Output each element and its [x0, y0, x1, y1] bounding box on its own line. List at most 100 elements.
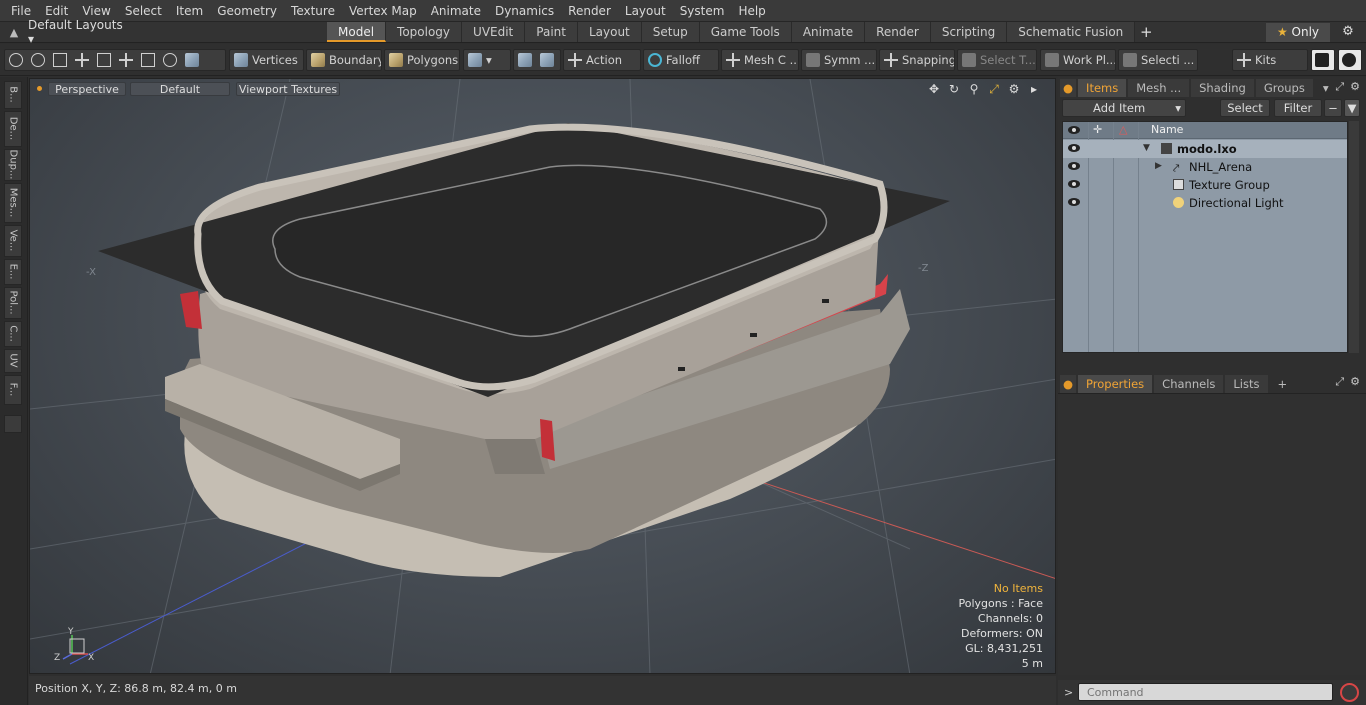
strip-tab-basic[interactable]: B...: [4, 81, 22, 109]
tab-schematic-fusion[interactable]: Schematic Fusion: [1007, 22, 1136, 42]
menu-render[interactable]: Render: [561, 0, 618, 22]
expand-icon[interactable]: ⤢: [1335, 80, 1344, 94]
menu-vertex-map[interactable]: Vertex Map: [342, 0, 424, 22]
pen-icon[interactable]: [53, 53, 67, 67]
funnel-icon[interactable]: ▼: [1344, 99, 1360, 117]
strip-tab-mesh-edit[interactable]: Mes...: [4, 183, 22, 223]
tab-items[interactable]: Items: [1078, 79, 1127, 97]
viewport-menu-dot[interactable]: [37, 86, 42, 91]
globe-icon[interactable]: [31, 53, 45, 67]
align-icon[interactable]: [97, 53, 111, 67]
tab-render[interactable]: Render: [865, 22, 931, 42]
shield-icon[interactable]: [518, 53, 532, 67]
gear-icon[interactable]: ⚙: [1338, 24, 1358, 39]
viewport-textures-button[interactable]: Viewport Textures: [236, 82, 340, 96]
list-item-mesh[interactable]: ▶ ⤤ NHL_Arena: [1063, 158, 1347, 176]
viewport-expand-icon[interactable]: ▸: [1027, 82, 1041, 97]
command-input[interactable]: [1078, 683, 1333, 701]
3d-viewport[interactable]: -X -Z Y X Z Perspective Default Viewport…: [29, 78, 1056, 674]
expand-triangle-icon[interactable]: ▼: [1143, 143, 1150, 153]
center-icon[interactable]: [119, 53, 133, 67]
symmetry-button[interactable]: Symm ...: [801, 49, 877, 71]
menu-system[interactable]: System: [673, 0, 732, 22]
clock-icon[interactable]: [163, 53, 177, 67]
eye-icon[interactable]: [1068, 198, 1080, 206]
menu-layout[interactable]: Layout: [618, 0, 673, 22]
menu-texture[interactable]: Texture: [284, 0, 342, 22]
falloff-button[interactable]: Falloff: [643, 49, 719, 71]
tab-uvedit[interactable]: UVEdit: [462, 22, 526, 42]
tab-topology[interactable]: Topology: [386, 22, 463, 42]
unity-button[interactable]: [1311, 49, 1335, 71]
kits-button[interactable]: Kits: [1232, 49, 1308, 71]
panel-gear-icon[interactable]: ⚙: [1350, 375, 1360, 389]
polygons-button[interactable]: Polygons: [384, 49, 460, 71]
vertices-button[interactable]: Vertices: [229, 49, 304, 71]
zoom-icon[interactable]: ⚲: [967, 82, 981, 97]
tab-mesh[interactable]: Mesh ...: [1128, 79, 1190, 97]
shading-mode-button[interactable]: Default: [130, 82, 230, 96]
view-mode-button[interactable]: Perspective: [48, 82, 126, 96]
tab-layout[interactable]: Layout: [577, 22, 642, 42]
shaded-cube-icon[interactable]: [185, 53, 199, 67]
rotate-icon[interactable]: ↻: [947, 82, 961, 97]
item-mode-dropdown[interactable]: ▾: [463, 49, 511, 71]
circle-select-icon[interactable]: [9, 53, 23, 67]
tab-game-tools[interactable]: Game Tools: [699, 22, 792, 42]
strip-tab-edge[interactable]: E...: [4, 259, 22, 285]
brush-icon[interactable]: [75, 53, 89, 67]
tab-animate[interactable]: Animate: [791, 22, 866, 42]
list-item-scene[interactable]: ▼ modo.lxo: [1063, 140, 1347, 158]
strip-tab-deform[interactable]: De...: [4, 111, 22, 147]
home-layout-icon[interactable]: ▲: [0, 26, 28, 39]
items-panel-dot-icon[interactable]: ●: [1060, 79, 1077, 97]
tab-groups[interactable]: Groups: [1255, 79, 1313, 97]
name-column-header[interactable]: Name: [1151, 123, 1183, 136]
tab-more-chevron-icon[interactable]: ▾: [1315, 79, 1337, 97]
list-item-light[interactable]: Directional Light: [1063, 194, 1347, 212]
expand-triangle-icon[interactable]: ▶: [1155, 161, 1162, 171]
add-panel-tab-button[interactable]: +: [1270, 375, 1296, 393]
unreal-button[interactable]: [1338, 49, 1362, 71]
tab-scripting[interactable]: Scripting: [930, 22, 1008, 42]
strip-toggle-button[interactable]: [4, 415, 22, 433]
select-button[interactable]: Select: [1220, 99, 1270, 117]
menu-dynamics[interactable]: Dynamics: [488, 0, 561, 22]
menu-item[interactable]: Item: [169, 0, 210, 22]
tab-properties[interactable]: Properties: [1078, 375, 1153, 393]
eye-icon[interactable]: [1068, 162, 1080, 170]
strip-tab-duplicate[interactable]: Dup...: [4, 149, 22, 181]
pan-icon[interactable]: ✥: [927, 82, 941, 97]
selection-sets-button[interactable]: Selecti ...: [1118, 49, 1198, 71]
menu-help[interactable]: Help: [731, 0, 772, 22]
tab-shading[interactable]: Shading: [1191, 79, 1254, 97]
work-plane-button[interactable]: Work Pl...: [1040, 49, 1116, 71]
strip-tab-fusion[interactable]: F...: [4, 375, 22, 405]
frame-icon[interactable]: [141, 53, 155, 67]
collapse-icon[interactable]: −: [1324, 99, 1342, 117]
item-list-scrollbar[interactable]: [1349, 121, 1359, 353]
viewport-gear-icon[interactable]: ⚙: [1007, 82, 1021, 97]
snapping-button[interactable]: Snapping: [879, 49, 955, 71]
tab-setup[interactable]: Setup: [641, 22, 700, 42]
boundary-button[interactable]: Boundary: [306, 49, 382, 71]
tab-paint[interactable]: Paint: [525, 22, 578, 42]
tab-lists[interactable]: Lists: [1225, 375, 1268, 393]
properties-dot-icon[interactable]: ●: [1060, 375, 1077, 393]
shield-alt-icon[interactable]: [540, 53, 554, 67]
list-item-texture-group[interactable]: Texture Group: [1063, 176, 1347, 194]
tab-channels[interactable]: Channels: [1154, 375, 1224, 393]
panel-gear-icon[interactable]: ⚙: [1350, 80, 1360, 94]
action-center-button[interactable]: Action: [563, 49, 641, 71]
menu-geometry[interactable]: Geometry: [210, 0, 284, 22]
menu-animate[interactable]: Animate: [424, 0, 488, 22]
eye-icon[interactable]: [1068, 144, 1080, 152]
layouts-dropdown[interactable]: Default Layouts ▾: [28, 18, 128, 46]
eye-icon[interactable]: [1068, 180, 1080, 188]
fit-icon[interactable]: ⤢: [987, 82, 1001, 97]
record-macro-icon[interactable]: [1340, 683, 1359, 702]
expand-icon[interactable]: ⤢: [1335, 375, 1344, 389]
add-tab-button[interactable]: +: [1135, 22, 1157, 43]
select-through-button[interactable]: Select T...: [957, 49, 1037, 71]
tab-model[interactable]: Model: [327, 22, 387, 42]
